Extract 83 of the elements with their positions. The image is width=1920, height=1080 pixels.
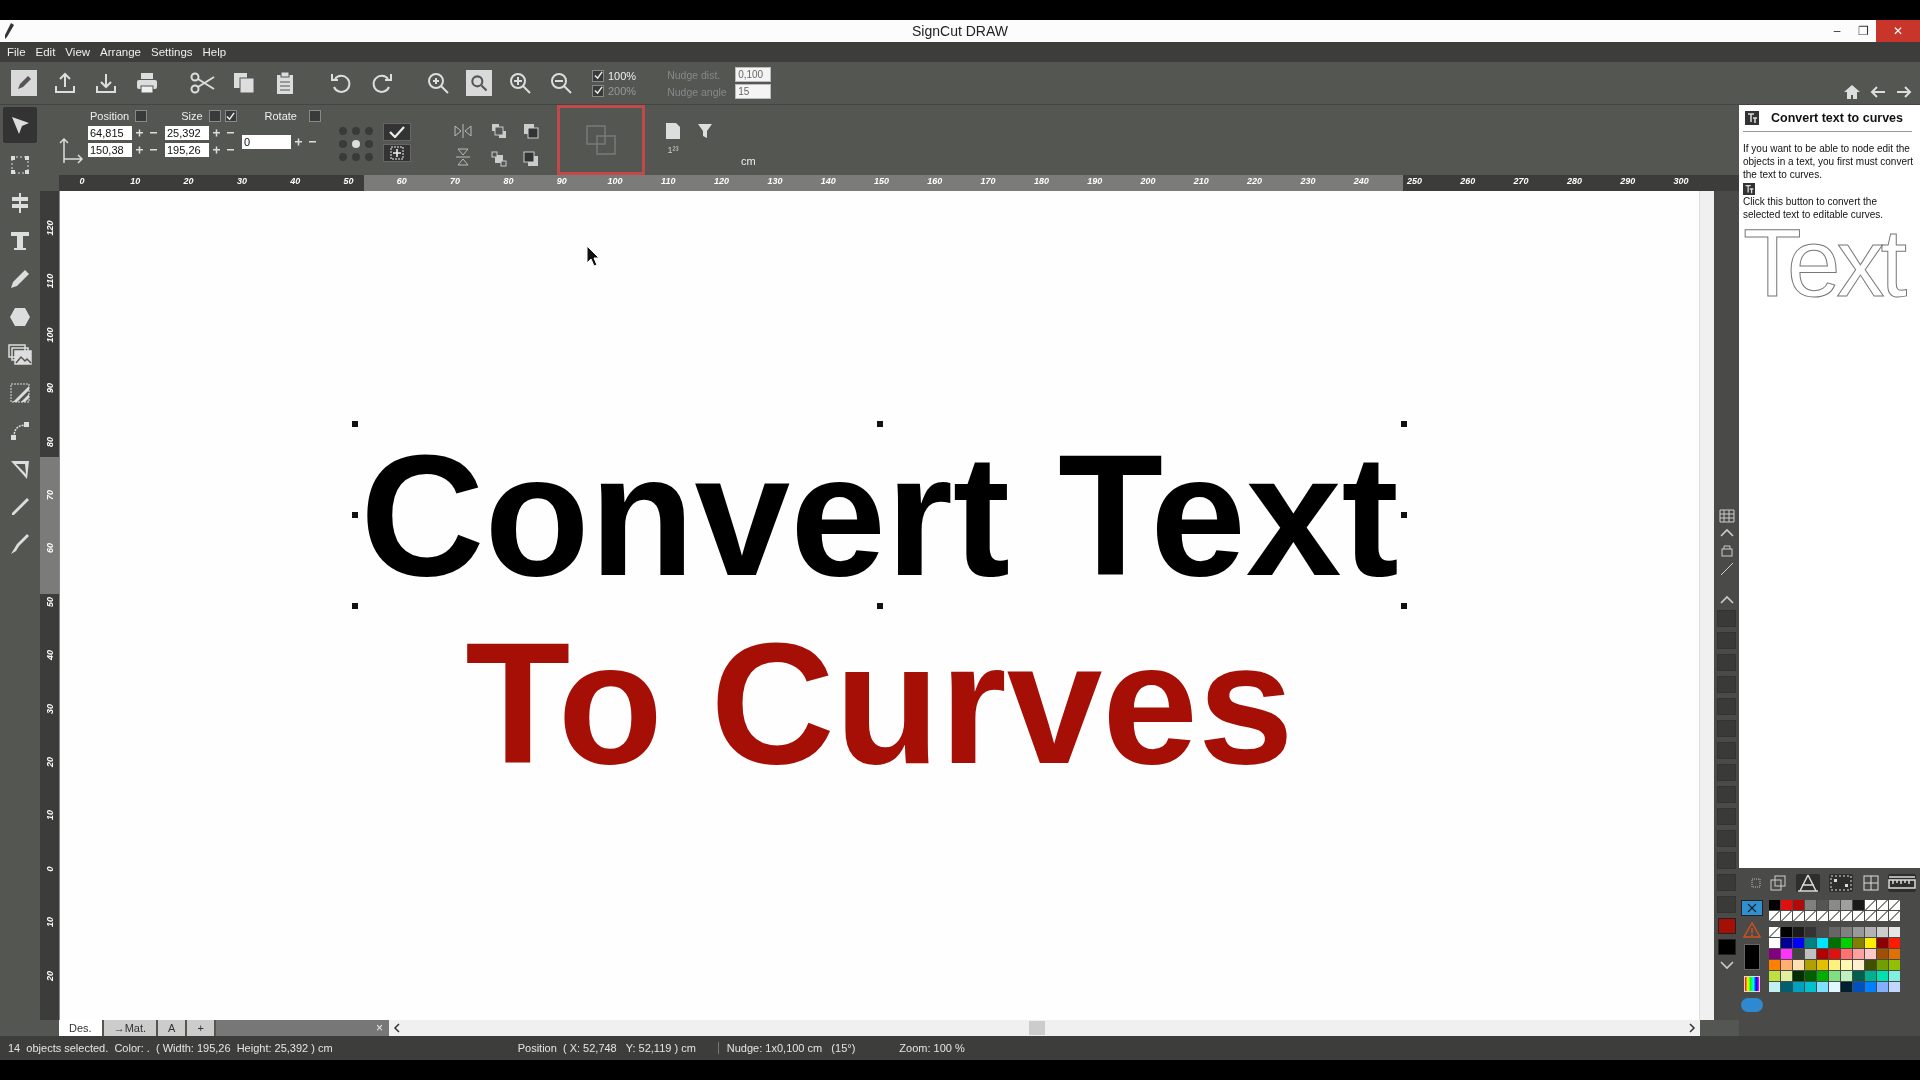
selection-status: 14 objects selected. Color: . ( Width: 195,26 Height: 25,392 ) cm bbox=[8, 1042, 333, 1054]
ruler-label: 120 bbox=[714, 176, 730, 186]
ruler-label: 80 bbox=[44, 435, 55, 449]
ruler-label: 170 bbox=[980, 176, 996, 186]
width-field[interactable]: 25,392 bbox=[165, 126, 209, 140]
ruler-label: 50 bbox=[343, 176, 354, 186]
ruler-label: 60 bbox=[396, 176, 407, 186]
ruler-label: 70 bbox=[44, 489, 55, 502]
nudge-angle-field[interactable]: 15 bbox=[735, 84, 772, 99]
document-tab[interactable]: →Mat. bbox=[103, 1020, 157, 1036]
ruler-label: 10 bbox=[44, 916, 55, 930]
ruler-label: 290 bbox=[1620, 176, 1636, 186]
ruler-label: 270 bbox=[1513, 176, 1529, 186]
ruler-label: 210 bbox=[1193, 176, 1209, 186]
rotate-label: Rotate bbox=[264, 110, 297, 122]
y-field[interactable]: 150,38 bbox=[88, 143, 132, 157]
ruler-label: 40 bbox=[44, 649, 55, 663]
menu-item[interactable]: Settings bbox=[146, 46, 198, 58]
nudge-status: Nudge: 1x0,100 cm (15°) bbox=[717, 1042, 856, 1054]
window-title: SignCut DRAW bbox=[912, 23, 1008, 39]
canvas-text: To Curves bbox=[465, 617, 1294, 789]
ruler-label: 10 bbox=[130, 176, 141, 186]
ruler-label: 30 bbox=[236, 176, 247, 186]
ruler-label: 30 bbox=[44, 702, 55, 716]
ruler-label: 140 bbox=[820, 176, 836, 186]
document-tab[interactable]: + bbox=[187, 1020, 214, 1036]
ruler-label: 190 bbox=[1087, 176, 1103, 186]
ruler-label: 300 bbox=[1673, 176, 1689, 186]
ruler-label: 150 bbox=[874, 176, 889, 186]
window-control-button[interactable]: ✕ bbox=[1876, 20, 1920, 42]
ruler-label: 90 bbox=[44, 382, 55, 396]
ruler-label: 50 bbox=[44, 595, 55, 609]
ruler-label: 90 bbox=[556, 176, 567, 186]
rotate-field[interactable]: 0 bbox=[242, 134, 291, 149]
ruler-label: 120 bbox=[44, 219, 55, 238]
position-status: Position ( X: 52,748 Y: 52,119 ) cm bbox=[517, 1042, 696, 1054]
unit-label: cm bbox=[740, 155, 756, 167]
height-field[interactable]: 195,26 bbox=[165, 143, 209, 157]
zoom-option-label: 100% bbox=[608, 69, 637, 82]
ruler-label: 110 bbox=[661, 176, 676, 186]
ruler-label: 60 bbox=[44, 542, 55, 556]
size-label: Size bbox=[181, 110, 203, 122]
ruler-label: 260 bbox=[1460, 176, 1476, 186]
ruler-label: 20 bbox=[44, 969, 55, 983]
help-text: Click this button to convert the selected text to editable curves. bbox=[1743, 195, 1885, 221]
ruler-label: 280 bbox=[1566, 176, 1582, 186]
ruler-label: 0 bbox=[44, 865, 55, 874]
position-label: Position bbox=[90, 110, 130, 122]
numbering-label[interactable]: 1²³ bbox=[667, 145, 679, 155]
canvas-text: Convert Text bbox=[360, 429, 1399, 601]
ruler-label: 80 bbox=[503, 176, 514, 186]
ruler-label: 40 bbox=[290, 176, 301, 186]
menu-item[interactable]: Help bbox=[197, 46, 232, 58]
ruler-label: 250 bbox=[1407, 176, 1422, 186]
nudge-distance-field[interactable]: 0,100 bbox=[735, 67, 772, 82]
zoom-option-label: 200% bbox=[608, 84, 637, 97]
menu-item[interactable]: Arrange bbox=[95, 46, 146, 58]
window-control-button[interactable]: – bbox=[1824, 20, 1850, 42]
menu-item[interactable]: Edit bbox=[30, 46, 61, 58]
document-tab[interactable]: A bbox=[158, 1020, 186, 1036]
ruler-label: 110 bbox=[44, 273, 55, 291]
x-field[interactable]: 64,815 bbox=[88, 126, 132, 140]
ruler-label: 220 bbox=[1247, 176, 1263, 186]
zoom-status: Zoom: 100 % bbox=[899, 1042, 965, 1054]
ruler-label: 160 bbox=[927, 176, 943, 186]
ruler-label: 100 bbox=[44, 326, 55, 345]
ruler-label: 100 bbox=[607, 176, 623, 186]
ruler-label: 20 bbox=[44, 756, 55, 769]
ruler-label: 10 bbox=[44, 809, 55, 823]
help-title: Convert text to curves bbox=[1771, 111, 1903, 125]
ruler-label: 130 bbox=[767, 176, 783, 186]
window-control-button[interactable]: ❐ bbox=[1850, 20, 1876, 42]
ruler-label: 240 bbox=[1353, 176, 1369, 186]
ruler-label: 200 bbox=[1140, 176, 1156, 186]
menu-item[interactable]: View bbox=[60, 46, 96, 58]
help-text: If you want to be able to node edit the objects in a text, you first must convert the text to curves. bbox=[1743, 142, 1915, 181]
document-tab[interactable]: Des. bbox=[59, 1020, 102, 1036]
ruler-label: 20 bbox=[183, 176, 194, 186]
ruler-label: 70 bbox=[450, 176, 461, 186]
ruler-label: 180 bbox=[1033, 176, 1049, 186]
menu-item[interactable]: File bbox=[2, 46, 31, 58]
ruler-label: 0 bbox=[79, 176, 85, 186]
ruler-label: 230 bbox=[1300, 176, 1316, 186]
